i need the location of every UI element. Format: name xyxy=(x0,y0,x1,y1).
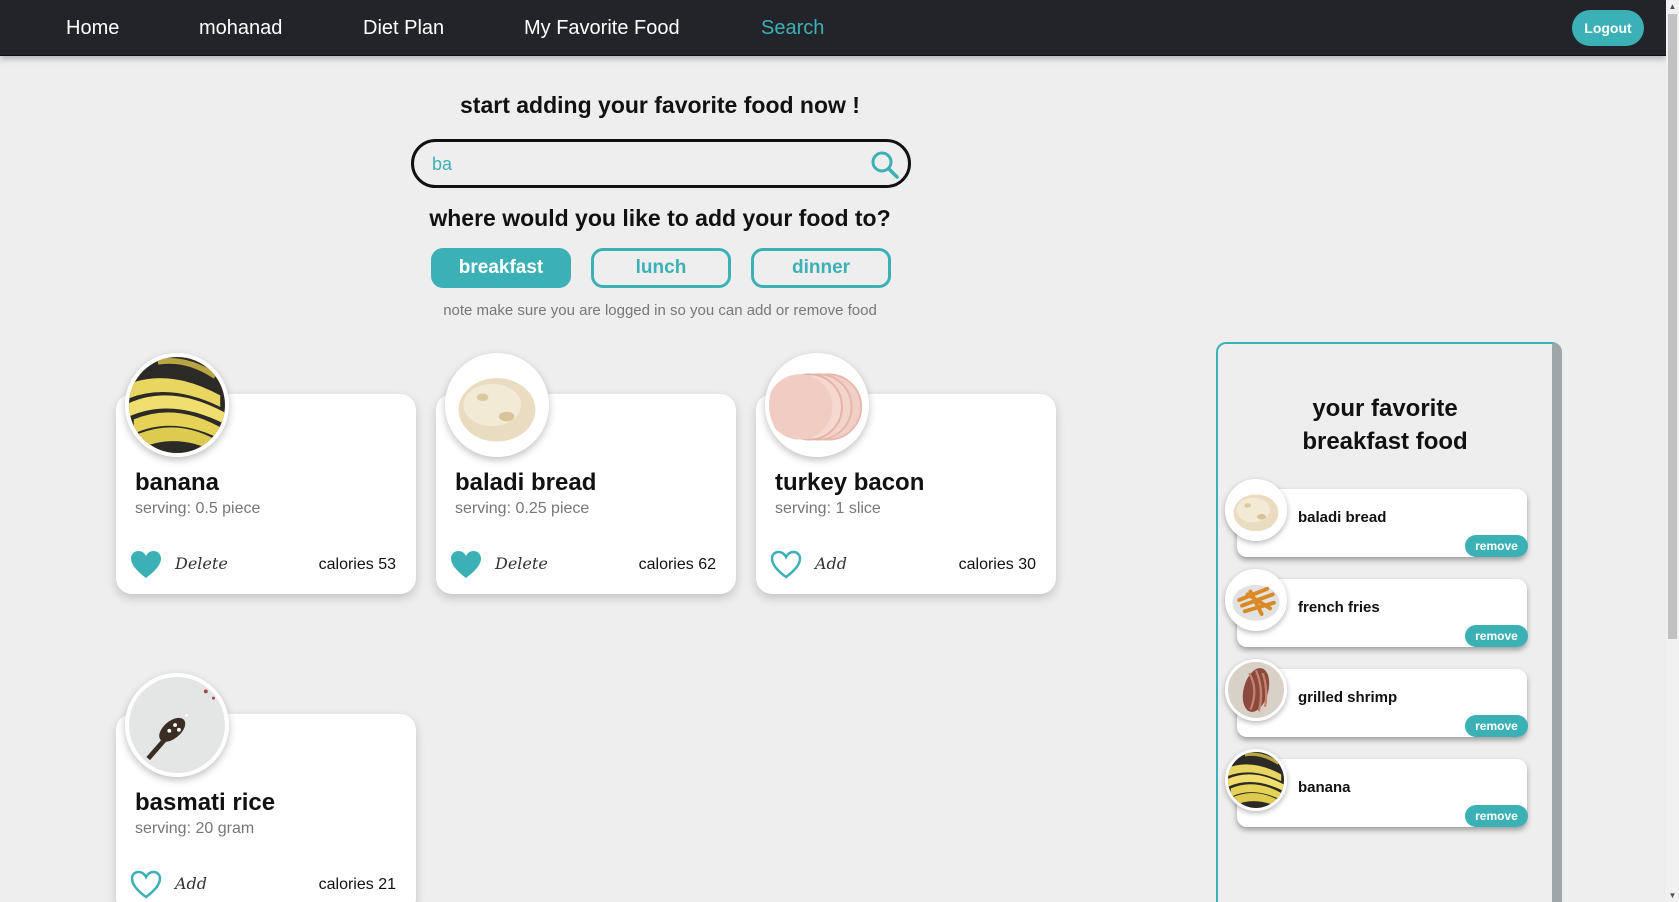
nav-home-link[interactable]: Home xyxy=(66,0,119,56)
remove-favorite-button[interactable]: remove xyxy=(1465,535,1528,557)
add-food-link[interactable]: Add xyxy=(175,874,207,893)
favorite-food-image xyxy=(1225,569,1287,631)
page-scrollbar[interactable]: ▲ ▼ xyxy=(1666,0,1679,902)
nav-my-favorite-food-link[interactable]: My Favorite Food xyxy=(524,0,680,56)
food-calories: calories 62 xyxy=(638,556,716,573)
food-serving: serving: 0.5 piece xyxy=(135,500,261,517)
remove-favorite-button[interactable]: remove xyxy=(1465,625,1528,647)
search-box xyxy=(411,139,911,188)
food-calories: calories 30 xyxy=(958,556,1036,573)
scroll-down-arrow-icon[interactable]: ▼ xyxy=(1666,889,1679,902)
favorite-food-image xyxy=(1225,749,1287,811)
heart-outline-icon[interactable] xyxy=(130,870,162,900)
dinner-button[interactable]: dinner xyxy=(751,248,891,288)
food-serving: serving: 20 gram xyxy=(135,820,255,837)
favorites-panel-title: your favorite breakfast food xyxy=(1218,392,1552,458)
food-serving: serving: 0.25 piece xyxy=(455,500,590,517)
nav-profile-link[interactable]: mohanad xyxy=(199,0,282,56)
food-serving: serving: 1 slice xyxy=(775,500,881,517)
heart-filled-icon[interactable] xyxy=(130,550,162,580)
heart-filled-icon[interactable] xyxy=(450,550,482,580)
food-card: banana serving: 0.5 piece Delete calorie… xyxy=(116,353,416,594)
logout-button[interactable]: Logout xyxy=(1572,10,1644,46)
top-navbar: Home mohanad Diet Plan My Favorite Food … xyxy=(0,0,1666,56)
search-heading: start adding your favorite food now ! xyxy=(460,92,860,118)
food-name: basmati rice xyxy=(135,789,276,816)
lunch-button[interactable]: lunch xyxy=(591,248,731,288)
delete-food-link[interactable]: Delete xyxy=(175,554,228,573)
scrollbar-thumb[interactable] xyxy=(1668,14,1677,639)
meal-prompt-heading: where would you like to add your food to… xyxy=(429,205,891,231)
login-note: note make sure you are logged in so you … xyxy=(443,302,877,319)
food-card: basmati rice serving: 20 gram Add calori… xyxy=(116,673,416,902)
nav-search-link[interactable]: Search xyxy=(761,0,824,56)
favorite-food-name: grilled shrimp xyxy=(1298,689,1398,706)
remove-favorite-button[interactable]: remove xyxy=(1465,715,1528,737)
food-name: turkey bacon xyxy=(775,469,925,496)
favorites-title-line1: your favorite xyxy=(1312,395,1458,422)
favorite-food-name: baladi bread xyxy=(1298,509,1387,526)
remove-favorite-button[interactable]: remove xyxy=(1465,805,1528,827)
favorite-item: grilled shrimp remove xyxy=(1225,659,1528,737)
add-food-link[interactable]: Add xyxy=(815,554,847,573)
favorite-food-name: french fries xyxy=(1298,599,1380,616)
food-calories: calories 21 xyxy=(318,876,396,893)
delete-food-link[interactable]: Delete xyxy=(495,554,548,573)
favorite-item: baladi bread remove xyxy=(1225,479,1528,557)
favorite-item: french fries remove xyxy=(1225,569,1528,647)
food-name: baladi bread xyxy=(455,469,597,496)
food-image xyxy=(765,353,869,457)
favorites-panel: your favorite breakfast food baladi brea… xyxy=(1216,342,1562,902)
scroll-up-arrow-icon[interactable]: ▲ xyxy=(1666,0,1679,13)
food-card: turkey bacon serving: 1 slice Add calori… xyxy=(756,353,1056,594)
food-search-input[interactable] xyxy=(432,150,832,178)
heart-outline-icon[interactable] xyxy=(770,550,802,580)
food-card: baladi bread serving: 0.25 piece Delete … xyxy=(436,353,736,594)
food-image xyxy=(445,353,549,457)
food-name: banana xyxy=(135,469,220,496)
favorite-food-image xyxy=(1225,659,1287,721)
favorite-item: banana remove xyxy=(1225,749,1528,827)
breakfast-button[interactable]: breakfast xyxy=(431,248,571,288)
food-calories: calories 53 xyxy=(318,556,396,573)
food-image xyxy=(125,353,229,457)
food-image xyxy=(125,673,229,777)
favorites-title-line2: breakfast food xyxy=(1302,428,1468,455)
nav-diet-plan-link[interactable]: Diet Plan xyxy=(363,0,444,56)
search-icon[interactable] xyxy=(870,150,900,180)
favorite-food-image xyxy=(1225,479,1287,541)
favorite-food-name: banana xyxy=(1298,779,1351,796)
